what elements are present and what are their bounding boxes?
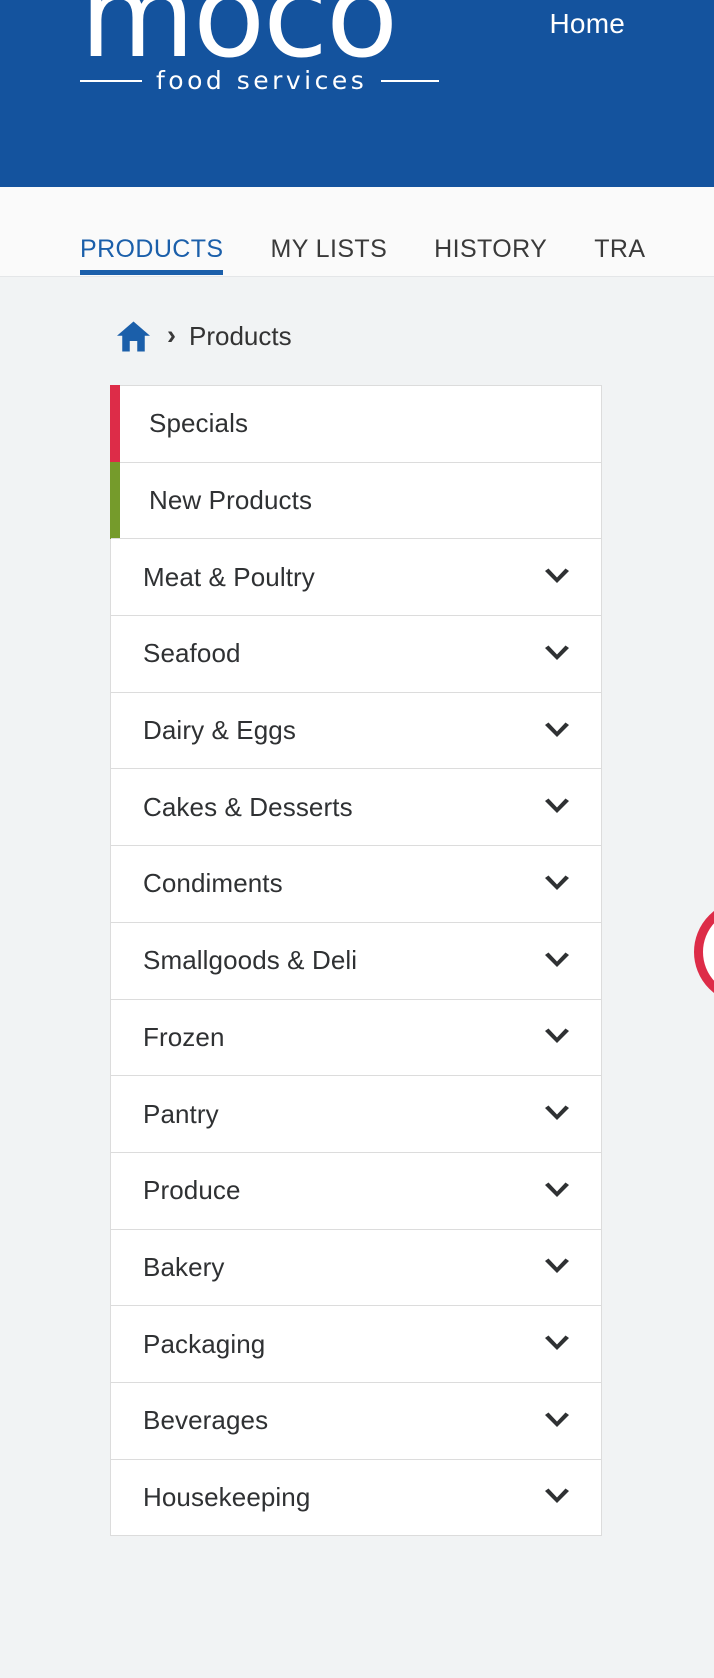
category-item-condiments[interactable]: Condiments	[111, 845, 601, 922]
category-item-meat-poultry[interactable]: Meat & Poultry	[111, 538, 601, 616]
tagline-rule-right	[381, 79, 440, 82]
category-item-seafood[interactable]: Seafood	[111, 615, 601, 692]
tab-products[interactable]: PRODUCTS	[80, 187, 224, 277]
chevron-down-icon[interactable]	[543, 1182, 571, 1200]
category-label: Produce	[143, 1175, 241, 1206]
category-label: Cakes & Desserts	[143, 791, 353, 822]
category-item-dairy-eggs[interactable]: Dairy & Eggs	[111, 691, 601, 769]
category-label: Bakery	[143, 1251, 225, 1282]
category-item-smallgoods-deli[interactable]: Smallgoods & Deli	[111, 921, 601, 999]
site-header: moco food services Home	[0, 0, 714, 187]
breadcrumb-separator-icon: ›	[167, 320, 176, 350]
header-home-link[interactable]: Home	[550, 8, 626, 40]
category-list: Specials New Products Meat & Poultry Sea…	[110, 385, 602, 1537]
category-label: Meat & Poultry	[143, 561, 315, 592]
chevron-down-icon[interactable]	[543, 568, 571, 586]
category-item-new-products[interactable]: New Products	[110, 461, 601, 540]
chevron-down-icon[interactable]	[543, 1105, 571, 1123]
category-label: New Products	[149, 485, 313, 516]
tab-history[interactable]: HISTORY	[434, 187, 547, 277]
tab-transactions[interactable]: TRA	[594, 187, 645, 277]
accent-bar-green	[110, 461, 120, 540]
nav-tab-list: PRODUCTS MY LISTS HISTORY TRA	[80, 187, 692, 277]
chevron-down-icon[interactable]	[543, 1258, 571, 1276]
chevron-down-icon[interactable]	[543, 722, 571, 740]
floating-circle-button[interactable]	[694, 900, 714, 1004]
category-label: Dairy & Eggs	[143, 715, 296, 746]
accent-bar-red	[110, 385, 120, 463]
category-item-cakes-desserts[interactable]: Cakes & Desserts	[111, 768, 601, 846]
chevron-down-icon[interactable]	[543, 645, 571, 663]
breadcrumb: › Products	[113, 320, 292, 353]
category-label: Smallgoods & Deli	[143, 945, 358, 976]
chevron-down-icon[interactable]	[543, 1028, 571, 1046]
breadcrumb-current-page: Products	[189, 321, 292, 351]
category-label: Housekeeping	[143, 1481, 311, 1512]
app-root: moco food services Home PRODUCTS MY LIST…	[0, 0, 714, 1678]
category-item-frozen[interactable]: Frozen	[111, 998, 601, 1076]
category-label: Packaging	[143, 1328, 266, 1359]
brand-tagline-group: food services	[80, 66, 492, 95]
home-icon[interactable]	[113, 320, 154, 353]
brand-tagline: food services	[156, 66, 368, 95]
category-label: Condiments	[143, 868, 283, 899]
category-item-specials[interactable]: Specials	[110, 385, 601, 463]
chevron-down-icon[interactable]	[543, 952, 571, 970]
tab-my-lists[interactable]: MY LISTS	[270, 187, 387, 277]
category-label: Specials	[149, 408, 249, 439]
chevron-down-icon[interactable]	[543, 1488, 571, 1506]
category-item-pantry[interactable]: Pantry	[111, 1075, 601, 1152]
chevron-down-icon[interactable]	[543, 798, 571, 816]
brand-logo[interactable]: moco food services	[80, 0, 492, 106]
chevron-down-icon[interactable]	[543, 1412, 571, 1430]
chevron-down-icon[interactable]	[543, 875, 571, 893]
category-item-beverages[interactable]: Beverages	[111, 1381, 601, 1459]
category-label: Pantry	[143, 1098, 219, 1129]
category-item-bakery[interactable]: Bakery	[111, 1228, 601, 1306]
category-item-housekeeping[interactable]: Housekeeping	[111, 1458, 601, 1536]
category-item-produce[interactable]: Produce	[111, 1151, 601, 1229]
main-navigation-bar: PRODUCTS MY LISTS HISTORY TRA	[0, 187, 714, 277]
category-label: Seafood	[143, 638, 241, 669]
chevron-down-icon[interactable]	[543, 1335, 571, 1353]
tagline-rule-left	[80, 79, 142, 82]
category-label: Beverages	[143, 1405, 269, 1436]
category-label: Frozen	[143, 1021, 225, 1052]
category-item-packaging[interactable]: Packaging	[111, 1305, 601, 1382]
brand-wordmark: moco	[80, 0, 398, 84]
